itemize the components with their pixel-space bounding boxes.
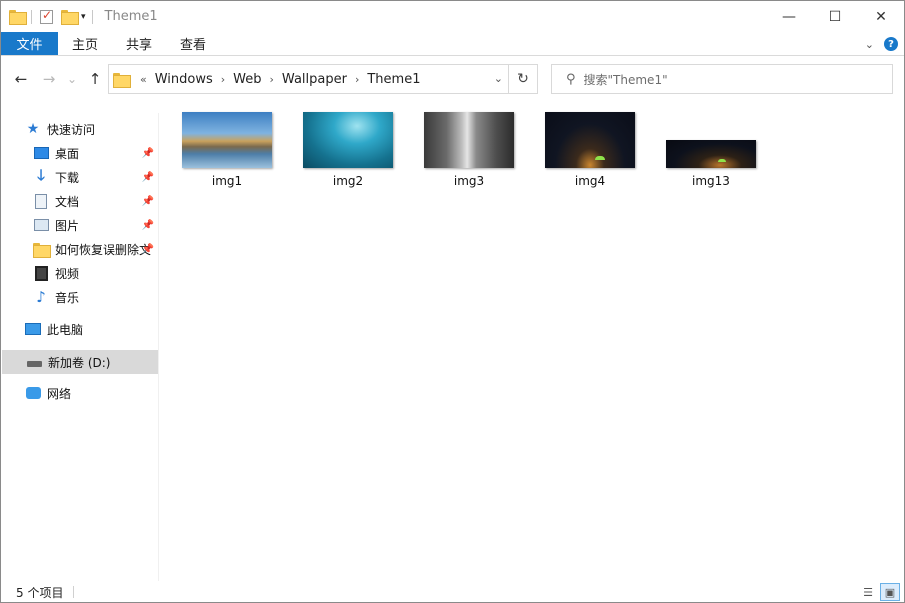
search-placeholder: 搜索"Theme1" — [583, 72, 668, 87]
sidebar-item-desktop[interactable]: 桌面 📌 — [33, 142, 158, 164]
recent-locations-button[interactable]: ⌄ — [65, 69, 79, 89]
file-list: img1 img2 img3 img4 img13 — [166, 101, 901, 581]
tab-view[interactable]: 查看 — [166, 32, 220, 55]
sidebar-item-videos[interactable]: 视频 — [33, 262, 158, 284]
image-thumbnail — [182, 112, 272, 168]
explorer-window: ▾ Theme1 — ☐ ✕ 文件 主页 共享 查看 ⌄ ? ← → ⌄ ↑ «… — [0, 0, 905, 603]
chevron-down-icon[interactable]: ⌄ — [494, 72, 503, 85]
tab-share[interactable]: 共享 — [112, 32, 166, 55]
address-bar[interactable]: « Windows › Web › Wallpaper › Theme1 ⌄ ↻ — [108, 64, 538, 94]
up-button[interactable]: ↑ — [85, 69, 105, 89]
details-view-icon[interactable]: ☰ — [858, 583, 878, 601]
chevron-right-icon[interactable]: › — [221, 73, 225, 86]
computer-icon — [25, 321, 41, 337]
file-name: img4 — [574, 174, 606, 188]
sidebar-item-quick-access[interactable]: ★ 快速访问 — [25, 118, 155, 140]
sidebar-item-label: 如何恢复误删除文 — [55, 242, 152, 257]
pin-icon: 📌 — [141, 243, 154, 255]
properties-icon[interactable] — [40, 8, 53, 24]
picture-icon — [33, 217, 49, 233]
sidebar-item-this-pc[interactable]: 此电脑 — [25, 318, 155, 340]
download-icon: 🡓 — [37, 166, 45, 184]
divider — [31, 9, 32, 24]
image-thumbnail — [303, 112, 393, 168]
sidebar-item-label: 网络 — [47, 386, 72, 401]
search-icon: ⚲ — [566, 71, 576, 87]
sidebar-item-label: 图片 — [55, 218, 80, 233]
divider — [73, 586, 75, 598]
tab-file[interactable]: 文件 — [1, 32, 58, 55]
sidebar-item-network[interactable]: 网络 — [25, 382, 155, 404]
tab-home[interactable]: 主页 — [58, 32, 112, 55]
title-bar: ▾ Theme1 — ☐ ✕ — [1, 1, 904, 32]
quick-access-toolbar: ▾ Theme1 — [1, 1, 158, 32]
sidebar-item-documents[interactable]: 文档 📌 — [33, 190, 158, 212]
file-name: img1 — [211, 174, 243, 188]
breadcrumb-theme1[interactable]: Theme1 — [367, 72, 420, 87]
pin-icon: 📌 — [141, 171, 154, 183]
back-button[interactable]: ← — [11, 69, 31, 89]
network-icon — [25, 385, 41, 401]
new-folder-icon[interactable] — [61, 10, 79, 25]
image-thumbnail — [666, 140, 756, 168]
breadcrumb-windows[interactable]: Windows — [155, 72, 213, 87]
breadcrumb: « Windows › Web › Wallpaper › Theme1 — [137, 72, 425, 87]
search-box[interactable]: ⚲ 搜索"Theme1" — [551, 64, 893, 94]
pin-icon: 📌 — [141, 219, 154, 231]
help-icon[interactable]: ? — [884, 37, 898, 51]
folder-icon — [9, 10, 27, 25]
divider — [91, 9, 93, 24]
sidebar-item-pictures[interactable]: 图片 📌 — [33, 214, 158, 236]
sidebar-item-label: 此电脑 — [47, 322, 84, 337]
breadcrumb-overflow[interactable]: « — [140, 73, 147, 86]
pin-icon: 📌 — [141, 147, 154, 159]
video-icon — [33, 265, 49, 281]
sidebar-item-drive-d[interactable]: 新加卷 (D:) — [2, 350, 158, 374]
sidebar-item-label: 文档 — [55, 194, 80, 209]
sidebar-item-label: 音乐 — [55, 290, 80, 305]
file-name: img13 — [692, 174, 730, 188]
window-controls: — ☐ ✕ — [766, 1, 904, 32]
drive-icon — [26, 354, 42, 370]
desktop-icon — [33, 145, 49, 161]
sidebar-item-music[interactable]: ♪ 音乐 — [33, 286, 158, 308]
folder-icon — [113, 72, 131, 88]
chevron-right-icon[interactable]: › — [355, 73, 359, 86]
refresh-button[interactable]: ↻ — [508, 65, 537, 93]
breadcrumb-web[interactable]: Web — [233, 72, 261, 87]
image-thumbnail — [424, 112, 514, 168]
breadcrumb-wallpaper[interactable]: Wallpaper — [282, 72, 347, 87]
sidebar-item-label: 快速访问 — [47, 122, 96, 137]
navigation-pane: ★ 快速访问 桌面 📌 🡓 下载 📌 文档 📌 图片 📌 如何恢复误删除文 📌 — [1, 113, 159, 581]
item-count: 5 个项目 — [16, 585, 64, 600]
image-thumbnail — [545, 112, 635, 168]
minimize-button[interactable]: — — [766, 1, 812, 32]
expand-ribbon-icon[interactable]: ⌄ — [865, 38, 874, 51]
chevron-right-icon[interactable]: › — [270, 73, 274, 86]
star-icon: ★ — [26, 121, 40, 137]
maximize-button[interactable]: ☐ — [812, 1, 858, 32]
status-bar: 5 个项目 ☰ ▣ — [1, 581, 904, 603]
ribbon-tabs: 文件 主页 共享 查看 ⌄ ? — [1, 32, 904, 56]
sidebar-item-label: 下载 — [55, 170, 80, 185]
file-name: img3 — [453, 174, 485, 188]
sidebar-item-label: 桌面 — [55, 146, 80, 161]
sidebar-item-recover-folder[interactable]: 如何恢复误删除文 📌 — [33, 238, 158, 260]
customize-toolbar-icon[interactable]: ▾ — [81, 12, 86, 22]
folder-icon — [33, 241, 51, 258]
document-icon — [33, 193, 49, 209]
forward-button[interactable]: → — [39, 69, 59, 89]
view-switcher: ☰ ▣ — [858, 583, 900, 601]
close-button[interactable]: ✕ — [858, 1, 904, 32]
navigation-bar: ← → ⌄ ↑ « Windows › Web › Wallpaper › Th… — [1, 63, 904, 95]
sidebar-item-label: 视频 — [55, 266, 80, 281]
file-name: img2 — [332, 174, 364, 188]
music-icon: ♪ — [36, 288, 46, 306]
sidebar-item-label: 新加卷 (D:) — [48, 355, 111, 370]
pin-icon: 📌 — [141, 195, 154, 207]
sidebar-item-downloads[interactable]: 🡓 下载 📌 — [33, 166, 158, 188]
large-icons-view-icon[interactable]: ▣ — [880, 583, 900, 601]
window-title: Theme1 — [104, 9, 158, 24]
